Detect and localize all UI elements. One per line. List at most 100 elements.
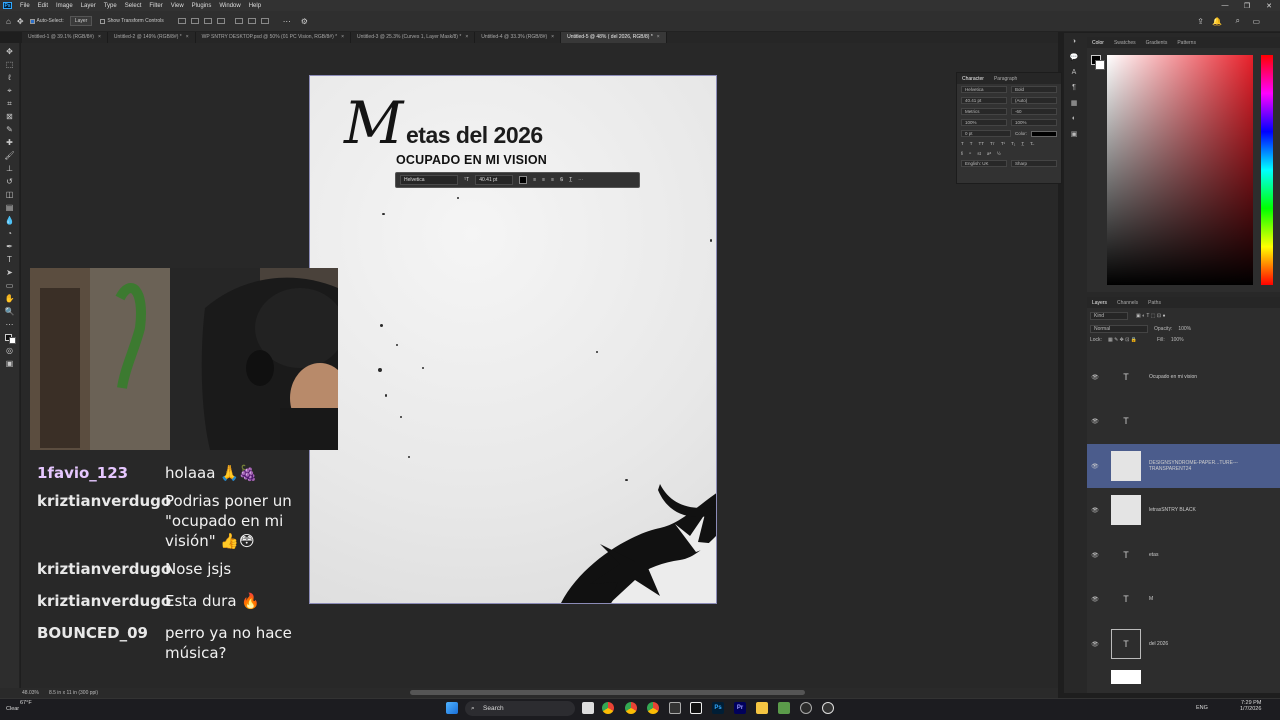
- properties-icon[interactable]: ◑: [1072, 38, 1076, 45]
- comments-icon[interactable]: 💬: [1070, 53, 1079, 61]
- character-icon[interactable]: A: [1072, 69, 1077, 76]
- capcut-icon[interactable]: [690, 702, 702, 714]
- faux-bold-icon[interactable]: T: [961, 141, 964, 146]
- chrome-icon[interactable]: [625, 702, 637, 714]
- faux-italic-icon[interactable]: T: [970, 141, 973, 146]
- dodge-tool-icon[interactable]: ◔: [4, 229, 16, 238]
- libraries-icon[interactable]: ▦: [1071, 99, 1078, 107]
- auto-select-dropdown[interactable]: Layer: [69, 16, 93, 26]
- tab-paths[interactable]: Paths: [1143, 300, 1166, 306]
- frame-tool-icon[interactable]: ⊠: [4, 112, 16, 121]
- horizontal-scrollbar[interactable]: [410, 690, 805, 695]
- color-swatches-icon[interactable]: [4, 333, 16, 344]
- tab-untitled-5[interactable]: Untitled-5 @ 48% ( del 2026, RGB/8) * ×: [561, 32, 667, 43]
- all-caps-icon[interactable]: TT: [979, 141, 985, 146]
- baseline-field[interactable]: 0 pt: [961, 130, 1011, 137]
- screen-mode-icon[interactable]: ▣: [4, 359, 16, 368]
- align-left-icon[interactable]: [177, 18, 186, 24]
- hue-slider[interactable]: [1261, 55, 1273, 285]
- workspace-icon[interactable]: ▭: [1252, 17, 1260, 26]
- eye-icon[interactable]: 👁: [1089, 641, 1101, 648]
- search-icon[interactable]: ⌕: [1236, 16, 1240, 26]
- gear-icon[interactable]: ⚙: [301, 17, 308, 26]
- menu-filter[interactable]: Filter: [145, 3, 166, 9]
- swash-icon[interactable]: ℴ: [969, 150, 971, 156]
- align-center-icon[interactable]: [190, 18, 199, 24]
- language-indicator[interactable]: ENG: [1196, 705, 1208, 711]
- font-family-field[interactable]: Helvetica: [961, 86, 1007, 93]
- adjustments-icon[interactable]: ◐: [1072, 115, 1076, 122]
- shape-tool-icon[interactable]: ▭: [4, 281, 16, 290]
- close-icon[interactable]: ×: [186, 34, 189, 40]
- font-dropdown[interactable]: Helvetica: [400, 175, 458, 185]
- clock[interactable]: 7:29 PM 1/7/2026: [1240, 700, 1261, 712]
- filter-icons[interactable]: ▣ ◐ T ⬚ ⊡ ●: [1136, 313, 1166, 319]
- font-size-dropdown[interactable]: 40.41 pt: [475, 175, 514, 185]
- task-view-icon[interactable]: [582, 702, 594, 714]
- object-select-tool-icon[interactable]: ⌖: [4, 86, 16, 95]
- tab-color[interactable]: Color: [1087, 40, 1109, 46]
- show-transform-checkbox[interactable]: [100, 18, 106, 24]
- weather-widget[interactable]: 67°F Clear: [6, 700, 32, 712]
- eyedropper-tool-icon[interactable]: ✎: [4, 125, 16, 134]
- small-caps-icon[interactable]: Tт: [990, 141, 995, 146]
- eye-icon[interactable]: 👁: [1089, 418, 1101, 425]
- warp-text-icon[interactable]: Ꞩ: [560, 177, 563, 183]
- anti-alias-dropdown[interactable]: Sharp: [1011, 160, 1057, 167]
- paragraph-icon[interactable]: ¶: [1072, 84, 1076, 91]
- leading-field[interactable]: (Auto): [1011, 97, 1057, 104]
- font-size-field[interactable]: 40.41 pt: [961, 97, 1007, 104]
- app-icon[interactable]: [822, 702, 834, 714]
- menu-image[interactable]: Image: [52, 3, 77, 9]
- layer-row[interactable]: 👁 DESIGNSYNDROME-PAPER...TURE---TRANSPAR…: [1087, 444, 1280, 488]
- subscript-icon[interactable]: T₁: [1011, 141, 1015, 146]
- home-icon[interactable]: ⌂: [6, 17, 11, 26]
- tab-wp-sntry-desktop[interactable]: WP SNTRY DESKTOP.psd @ 50% (01 PC Vision…: [196, 32, 352, 43]
- fill-field[interactable]: 100%: [1171, 337, 1184, 343]
- close-icon[interactable]: ×: [657, 34, 660, 40]
- chrome-icon[interactable]: [647, 702, 659, 714]
- layer-row[interactable]: 👁 T M: [1087, 577, 1280, 621]
- stamp-tool-icon[interactable]: ⊥: [4, 164, 16, 173]
- windows-start-icon[interactable]: [446, 702, 458, 714]
- type-tool-icon[interactable]: T: [4, 255, 16, 264]
- more-options-icon[interactable]: ⋯: [283, 17, 291, 26]
- lock-icons[interactable]: ▦ ✎ ✥ ⊡ 🔒: [1108, 337, 1137, 343]
- align-center-icon[interactable]: ≡: [542, 177, 545, 183]
- tab-gradients[interactable]: Gradients: [1141, 40, 1173, 46]
- tab-untitled-2[interactable]: Untitled-2 @ 149% (RGB/8#) * ×: [108, 32, 196, 43]
- subtitle-text[interactable]: OCUPADO EN MI VISION: [396, 153, 547, 167]
- color-picker-field[interactable]: [1107, 55, 1253, 285]
- text-options-icon[interactable]: T̲: [569, 177, 572, 183]
- fractions-icon[interactable]: ½: [997, 151, 1001, 156]
- more-tools-icon[interactable]: ⋯: [4, 320, 16, 329]
- underline-icon[interactable]: T̲: [1021, 141, 1024, 146]
- path-select-icon[interactable]: ➤: [4, 268, 16, 277]
- text-color-swatch[interactable]: [1031, 130, 1057, 137]
- font-style-field[interactable]: Bold: [1011, 86, 1057, 93]
- opacity-field[interactable]: 100%: [1178, 326, 1191, 332]
- title-script-letter[interactable]: M: [344, 94, 403, 152]
- menu-plugins[interactable]: Plugins: [188, 3, 216, 9]
- distribute-icon[interactable]: [234, 18, 243, 24]
- align-right-icon[interactable]: [203, 18, 212, 24]
- kerning-field[interactable]: Metrics: [961, 108, 1007, 115]
- maximize-icon[interactable]: ❐: [1236, 2, 1258, 10]
- blur-tool-icon[interactable]: 💧: [4, 216, 16, 225]
- photoshop-icon[interactable]: Ps: [712, 702, 724, 714]
- layer-row[interactable]: 👁 T del 2026: [1087, 622, 1280, 666]
- tracking-field[interactable]: -60: [1011, 108, 1057, 115]
- distribute-vertical-icon[interactable]: [247, 18, 256, 24]
- quick-mask-icon[interactable]: ◎: [4, 346, 16, 355]
- eye-icon[interactable]: 👁: [1089, 374, 1101, 381]
- document-size[interactable]: 8.5 in x 11 in (300 ppi): [49, 690, 98, 696]
- minimize-icon[interactable]: —: [1214, 2, 1236, 9]
- menu-edit[interactable]: Edit: [34, 3, 52, 9]
- more-options-icon[interactable]: ⋯: [578, 177, 583, 183]
- gradient-tool-icon[interactable]: ▤: [4, 203, 16, 212]
- eraser-tool-icon[interactable]: ◫: [4, 190, 16, 199]
- eye-icon[interactable]: 👁: [1089, 507, 1101, 514]
- tab-untitled-3[interactable]: Untitled-3 @ 25.3% (Curves 1, Layer Mask…: [351, 32, 476, 43]
- eye-icon[interactable]: 👁: [1089, 463, 1101, 470]
- title-text[interactable]: etas del 2026: [406, 122, 543, 149]
